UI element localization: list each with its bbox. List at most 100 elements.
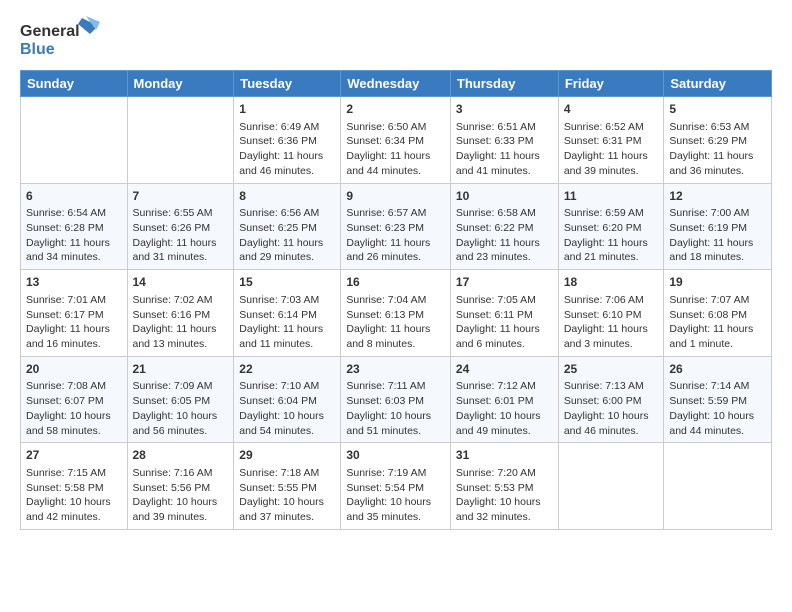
cell-content: 19Sunrise: 7:07 AMSunset: 6:08 PMDayligh… bbox=[669, 274, 766, 352]
sunrise-text: Sunrise: 7:19 AM bbox=[346, 466, 445, 481]
cell-content: 21Sunrise: 7:09 AMSunset: 6:05 PMDayligh… bbox=[133, 361, 229, 439]
sunset-text: Sunset: 6:29 PM bbox=[669, 134, 766, 149]
daylight-text: Daylight: 10 hours and 37 minutes. bbox=[239, 495, 335, 524]
calendar-cell: 14Sunrise: 7:02 AMSunset: 6:16 PMDayligh… bbox=[127, 270, 234, 357]
week-row-1: 1Sunrise: 6:49 AMSunset: 6:36 PMDaylight… bbox=[21, 97, 772, 184]
sunset-text: Sunset: 6:26 PM bbox=[133, 221, 229, 236]
day-number: 7 bbox=[133, 188, 229, 205]
calendar-cell: 6Sunrise: 6:54 AMSunset: 6:28 PMDaylight… bbox=[21, 183, 128, 270]
sunrise-text: Sunrise: 6:54 AM bbox=[26, 206, 122, 221]
day-number: 23 bbox=[346, 361, 445, 378]
cell-content: 25Sunrise: 7:13 AMSunset: 6:00 PMDayligh… bbox=[564, 361, 659, 439]
cell-content: 27Sunrise: 7:15 AMSunset: 5:58 PMDayligh… bbox=[26, 447, 122, 525]
cell-content: 23Sunrise: 7:11 AMSunset: 6:03 PMDayligh… bbox=[346, 361, 445, 439]
day-number: 24 bbox=[456, 361, 553, 378]
day-number: 1 bbox=[239, 101, 335, 118]
calendar-cell: 28Sunrise: 7:16 AMSunset: 5:56 PMDayligh… bbox=[127, 443, 234, 530]
daylight-text: Daylight: 10 hours and 39 minutes. bbox=[133, 495, 229, 524]
daylight-text: Daylight: 11 hours and 23 minutes. bbox=[456, 236, 553, 265]
daylight-text: Daylight: 10 hours and 35 minutes. bbox=[346, 495, 445, 524]
sunrise-text: Sunrise: 7:01 AM bbox=[26, 293, 122, 308]
calendar-cell: 4Sunrise: 6:52 AMSunset: 6:31 PMDaylight… bbox=[558, 97, 664, 184]
sunrise-text: Sunrise: 6:50 AM bbox=[346, 120, 445, 135]
day-number: 14 bbox=[133, 274, 229, 291]
calendar-cell: 5Sunrise: 6:53 AMSunset: 6:29 PMDaylight… bbox=[664, 97, 772, 184]
day-number: 12 bbox=[669, 188, 766, 205]
calendar-cell: 8Sunrise: 6:56 AMSunset: 6:25 PMDaylight… bbox=[234, 183, 341, 270]
sunset-text: Sunset: 6:03 PM bbox=[346, 394, 445, 409]
cell-content: 4Sunrise: 6:52 AMSunset: 6:31 PMDaylight… bbox=[564, 101, 659, 179]
sunset-text: Sunset: 6:11 PM bbox=[456, 308, 553, 323]
sunset-text: Sunset: 6:31 PM bbox=[564, 134, 659, 149]
day-number: 17 bbox=[456, 274, 553, 291]
daylight-text: Daylight: 11 hours and 13 minutes. bbox=[133, 322, 229, 351]
cell-content: 2Sunrise: 6:50 AMSunset: 6:34 PMDaylight… bbox=[346, 101, 445, 179]
day-number: 10 bbox=[456, 188, 553, 205]
calendar-table: SundayMondayTuesdayWednesdayThursdayFrid… bbox=[20, 70, 772, 530]
week-row-3: 13 Sunrise: 7:01 AMSunset: 6:17 PM Dayligh… bbox=[21, 270, 772, 357]
sunrise-text: Sunrise: 7:20 AM bbox=[456, 466, 553, 481]
daylight-text: Daylight: 11 hours and 26 minutes. bbox=[346, 236, 445, 265]
sunset-text: Sunset: 6:17 PM bbox=[26, 308, 122, 323]
calendar-cell bbox=[21, 97, 128, 184]
sunrise-text: Sunrise: 6:52 AM bbox=[564, 120, 659, 135]
cell-content: 5Sunrise: 6:53 AMSunset: 6:29 PMDaylight… bbox=[669, 101, 766, 179]
day-number: 3 bbox=[456, 101, 553, 118]
svg-text:Blue: Blue bbox=[20, 41, 55, 58]
daylight-text: Daylight: 11 hours and 6 minutes. bbox=[456, 322, 553, 351]
weekday-header-row: SundayMondayTuesdayWednesdayThursdayFrid… bbox=[21, 71, 772, 97]
daylight-text: Daylight: 10 hours and 46 minutes. bbox=[564, 409, 659, 438]
calendar-cell: 31Sunrise: 7:20 AMSunset: 5:53 PMDayligh… bbox=[450, 443, 558, 530]
cell-content: 7Sunrise: 6:55 AMSunset: 6:26 PMDaylight… bbox=[133, 188, 229, 266]
cell-content: 15Sunrise: 7:03 AMSunset: 6:14 PMDayligh… bbox=[239, 274, 335, 352]
cell-content: 9Sunrise: 6:57 AMSunset: 6:23 PMDaylight… bbox=[346, 188, 445, 266]
cell-content: 20Sunrise: 7:08 AMSunset: 6:07 PMDayligh… bbox=[26, 361, 122, 439]
calendar-cell bbox=[558, 443, 664, 530]
sunset-text: Sunset: 5:56 PM bbox=[133, 481, 229, 496]
cell-content: 14Sunrise: 7:02 AMSunset: 6:16 PMDayligh… bbox=[133, 274, 229, 352]
sunset-text: Sunset: 6:14 PM bbox=[239, 308, 335, 323]
sunrise-text: Sunrise: 7:04 AM bbox=[346, 293, 445, 308]
calendar-cell: 24Sunrise: 7:12 AMSunset: 6:01 PMDayligh… bbox=[450, 356, 558, 443]
weekday-header-saturday: Saturday bbox=[664, 71, 772, 97]
sunrise-text: Sunrise: 7:06 AM bbox=[564, 293, 659, 308]
daylight-text: Daylight: 11 hours and 34 minutes. bbox=[26, 236, 122, 265]
cell-content: 26Sunrise: 7:14 AMSunset: 5:59 PMDayligh… bbox=[669, 361, 766, 439]
calendar-cell: 13Sunrise: 7:01 AMSunset: 6:17 PMDayligh… bbox=[21, 270, 128, 357]
logo-svg: GeneralBlue bbox=[20, 16, 100, 62]
sunset-text: Sunset: 5:53 PM bbox=[456, 481, 553, 496]
sunrise-text: Sunrise: 6:57 AM bbox=[346, 206, 445, 221]
daylight-text: Daylight: 10 hours and 51 minutes. bbox=[346, 409, 445, 438]
daylight-text: Daylight: 10 hours and 54 minutes. bbox=[239, 409, 335, 438]
sunset-text: Sunset: 6:20 PM bbox=[564, 221, 659, 236]
daylight-text: Daylight: 10 hours and 44 minutes. bbox=[669, 409, 766, 438]
day-number: 25 bbox=[564, 361, 659, 378]
day-number: 22 bbox=[239, 361, 335, 378]
sunset-text: Sunset: 6:19 PM bbox=[669, 221, 766, 236]
calendar-cell: 9Sunrise: 6:57 AMSunset: 6:23 PMDaylight… bbox=[341, 183, 451, 270]
cell-content: 10Sunrise: 6:58 AMSunset: 6:22 PMDayligh… bbox=[456, 188, 553, 266]
calendar-cell: 26Sunrise: 7:14 AMSunset: 5:59 PMDayligh… bbox=[664, 356, 772, 443]
sunset-text: Sunset: 6:25 PM bbox=[239, 221, 335, 236]
week-row-2: 6Sunrise: 6:54 AMSunset: 6:28 PMDaylight… bbox=[21, 183, 772, 270]
sunset-text: Sunset: 6:08 PM bbox=[669, 308, 766, 323]
day-number: 19 bbox=[669, 274, 766, 291]
cell-content: 16Sunrise: 7:04 AMSunset: 6:13 PMDayligh… bbox=[346, 274, 445, 352]
weekday-header-tuesday: Tuesday bbox=[234, 71, 341, 97]
daylight-text: Daylight: 10 hours and 42 minutes. bbox=[26, 495, 122, 524]
weekday-header-wednesday: Wednesday bbox=[341, 71, 451, 97]
calendar-cell: 1Sunrise: 6:49 AMSunset: 6:36 PMDaylight… bbox=[234, 97, 341, 184]
sunrise-text: Sunrise: 6:58 AM bbox=[456, 206, 553, 221]
sunrise-text: Sunrise: 6:59 AM bbox=[564, 206, 659, 221]
sunset-text: Sunset: 6:07 PM bbox=[26, 394, 122, 409]
daylight-text: Daylight: 11 hours and 31 minutes. bbox=[133, 236, 229, 265]
sunset-text: Sunset: 6:34 PM bbox=[346, 134, 445, 149]
sunset-text: Sunset: 5:58 PM bbox=[26, 481, 122, 496]
sunset-text: Sunset: 6:10 PM bbox=[564, 308, 659, 323]
daylight-text: Daylight: 10 hours and 56 minutes. bbox=[133, 409, 229, 438]
sunrise-text: Sunrise: 6:49 AM bbox=[239, 120, 335, 135]
cell-content: 12Sunrise: 7:00 AMSunset: 6:19 PMDayligh… bbox=[669, 188, 766, 266]
daylight-text: Daylight: 10 hours and 32 minutes. bbox=[456, 495, 553, 524]
day-number: 13 bbox=[26, 274, 122, 291]
week-row-5: 27Sunrise: 7:15 AMSunset: 5:58 PMDayligh… bbox=[21, 443, 772, 530]
